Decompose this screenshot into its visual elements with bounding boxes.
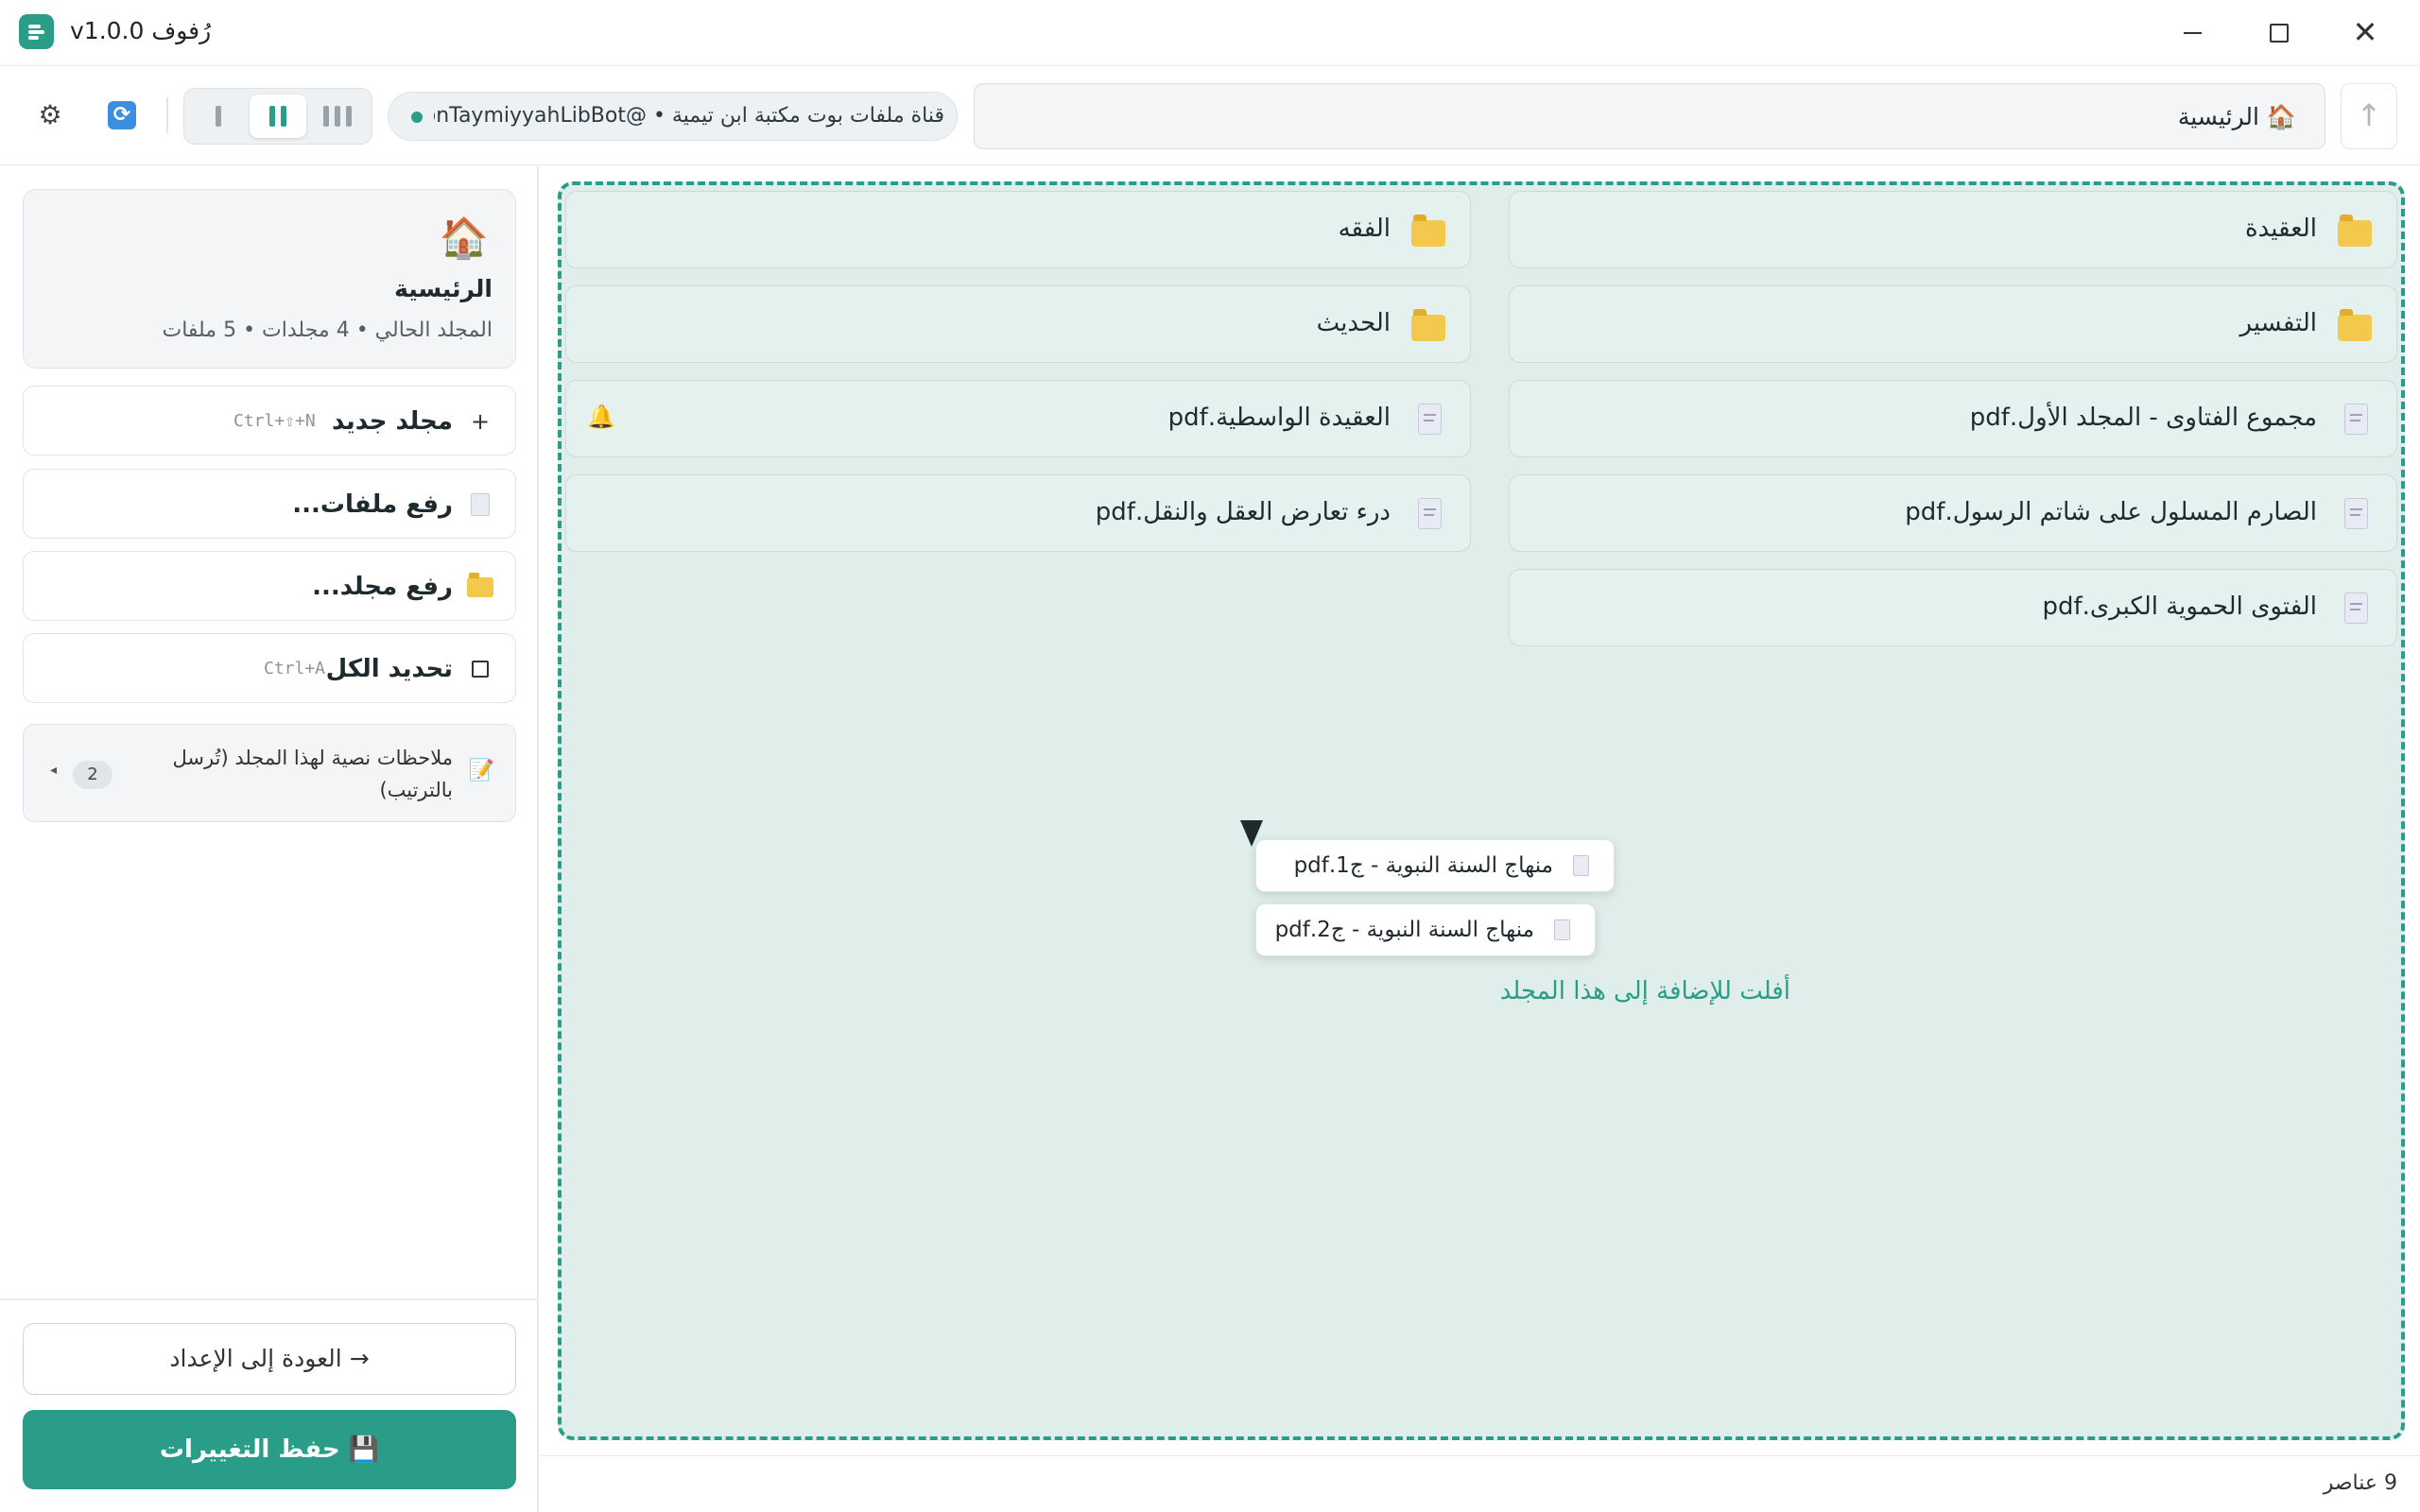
upload-files-button[interactable]: رفع ملفات... bbox=[23, 469, 516, 539]
item-name: درء تعارض العقل والنقل.pdf bbox=[1095, 498, 1391, 526]
new-folder-shortcut: Ctrl+⇧+N bbox=[233, 411, 316, 431]
pdf-file-icon bbox=[1418, 498, 1442, 529]
caret-left-icon: ◂ bbox=[50, 763, 58, 778]
document-icon bbox=[1554, 919, 1570, 940]
bell-icon[interactable]: 🔔 bbox=[587, 404, 615, 430]
bot-status-text: قناة ملفات بوت مكتبة ابن تيمية • @IbnTay… bbox=[434, 104, 944, 128]
column-view-switcher bbox=[183, 88, 372, 145]
file-browser: العقيدة الفقه التفسير الحديث مجموع الفتا… bbox=[541, 166, 2420, 1455]
folder-icon bbox=[1411, 309, 1445, 341]
back-to-setup-button[interactable]: → العودة إلى الإعداد bbox=[23, 1323, 516, 1395]
select-all-label: تحديد الكل bbox=[325, 655, 453, 683]
document-icon bbox=[466, 490, 494, 519]
folder-icon bbox=[466, 573, 494, 601]
item-name: الصارم المسلول على شاتم الرسول.pdf bbox=[1905, 498, 2317, 526]
up-arrow-icon[interactable]: ↑ bbox=[2341, 83, 2397, 149]
three-column-view-button[interactable] bbox=[309, 94, 366, 138]
pdf-file-icon bbox=[1418, 404, 1442, 435]
status-bar: 9 عناصر bbox=[541, 1455, 2420, 1512]
folder-notes-label: ملاحظات نصية لهذا المجلد (تُرسل بالترتيب… bbox=[172, 747, 453, 801]
title-bar: رُفوف v1.0.0 ✕ bbox=[0, 0, 2420, 66]
folder-tile[interactable]: الفقه bbox=[565, 191, 1471, 268]
new-folder-button[interactable]: + مجلد جديد Ctrl+⇧+N bbox=[23, 386, 516, 455]
item-name: العقيدة bbox=[2245, 215, 2317, 243]
item-name: التفسير bbox=[2239, 309, 2317, 337]
new-folder-label: مجلد جديد bbox=[331, 407, 453, 436]
current-folder-summary: المجلد الحالي • 4 مجلدات • 5 ملفات bbox=[162, 318, 493, 342]
current-folder-title: الرئيسية bbox=[394, 275, 493, 302]
item-count: 9 عناصر bbox=[2323, 1471, 2397, 1495]
upload-folder-button[interactable]: رفع مجلد... bbox=[23, 551, 516, 621]
online-status-dot bbox=[411, 112, 423, 123]
app-title: رُفوف v1.0.0 bbox=[70, 17, 212, 44]
current-folder-card: 🏠 الرئيسية المجلد الحالي • 4 مجلدات • 5 … bbox=[23, 189, 516, 369]
memo-icon: 📝 bbox=[468, 759, 494, 782]
item-name: الحديث bbox=[1316, 309, 1391, 337]
sync-icon[interactable]: ⟳ bbox=[108, 101, 136, 129]
folder-icon bbox=[1411, 215, 1445, 247]
drop-hint: أفلت للإضافة إلى هذا المجلد bbox=[1499, 977, 1790, 1005]
dragged-file-chip: منهاج السنة النبوية - ج2.pdf bbox=[1255, 903, 1596, 956]
breadcrumb[interactable]: 🏠 الرئيسية bbox=[2178, 103, 2296, 131]
item-name: الفتوى الحموية الكبرى.pdf bbox=[2042, 593, 2317, 621]
file-tile[interactable]: مجموع الفتاوى - المجلد الأول.pdf bbox=[1509, 380, 2397, 457]
dragged-file-name: منهاج السنة النبوية - ج1.pdf bbox=[1293, 853, 1553, 878]
drop-zone[interactable]: العقيدة الفقه التفسير الحديث مجموع الفتا… bbox=[558, 181, 2405, 1440]
single-column-view-button[interactable] bbox=[190, 94, 247, 138]
folder-tile[interactable]: التفسير bbox=[1509, 285, 2397, 363]
two-column-view-button[interactable] bbox=[250, 94, 306, 138]
item-name: مجموع الفتاوى - المجلد الأول.pdf bbox=[1969, 404, 2317, 432]
folder-notes-toggle[interactable]: 📝 ملاحظات نصية لهذا المجلد (تُرسل بالترت… bbox=[23, 724, 516, 822]
folder-tile[interactable]: الحديث bbox=[565, 285, 1471, 363]
file-tile[interactable]: درء تعارض العقل والنقل.pdf bbox=[565, 474, 1471, 552]
upload-files-label: رفع ملفات... bbox=[292, 490, 453, 519]
upload-folder-label: رفع مجلد... bbox=[312, 573, 453, 601]
select-all-shortcut: Ctrl+A bbox=[264, 659, 326, 679]
path-bar[interactable]: 🏠 الرئيسية bbox=[974, 83, 2325, 149]
pdf-file-icon bbox=[2344, 593, 2368, 624]
pdf-file-icon bbox=[2344, 498, 2368, 529]
notes-count-badge: 2 bbox=[73, 761, 112, 789]
sidebar-footer-divider bbox=[0, 1298, 537, 1300]
plus-icon: + bbox=[470, 408, 491, 435]
minimize-button[interactable] bbox=[2172, 13, 2214, 51]
sidebar: 🏠 الرئيسية المجلد الحالي • 4 مجلدات • 5 … bbox=[0, 166, 539, 1512]
toolbar: ⚙ ⟳ قناة ملفات بوت مكتبة ابن تيمية • @Ib… bbox=[0, 67, 2420, 165]
file-tile[interactable]: العقيدة الواسطية.pdf 🔔 bbox=[565, 380, 1471, 457]
dragged-file-chip: منهاج السنة النبوية - ج1.pdf bbox=[1255, 839, 1615, 892]
mouse-cursor-icon bbox=[1240, 820, 1263, 847]
file-tile[interactable]: الصارم المسلول على شاتم الرسول.pdf bbox=[1509, 474, 2397, 552]
document-icon bbox=[1573, 855, 1589, 876]
toolbar-divider bbox=[166, 97, 168, 133]
home-icon: 🏠 bbox=[439, 215, 489, 261]
folder-tile[interactable]: العقيدة bbox=[1509, 191, 2397, 268]
select-all-button[interactable]: تحديد الكل Ctrl+A bbox=[23, 633, 516, 703]
checkbox-icon bbox=[466, 655, 494, 683]
close-button[interactable]: ✕ bbox=[2344, 13, 2386, 51]
settings-icon[interactable]: ⚙ bbox=[34, 99, 66, 131]
bot-status-pill[interactable]: قناة ملفات بوت مكتبة ابن تيمية • @IbnTay… bbox=[388, 92, 958, 141]
file-tile[interactable]: الفتوى الحموية الكبرى.pdf bbox=[1509, 569, 2397, 646]
item-name: العقيدة الواسطية.pdf bbox=[1167, 404, 1391, 432]
maximize-button[interactable] bbox=[2257, 13, 2299, 51]
pdf-file-icon bbox=[2344, 404, 2368, 435]
folder-icon bbox=[2338, 215, 2372, 247]
app-logo-icon bbox=[19, 14, 54, 49]
dragged-file-name: منهاج السنة النبوية - ج2.pdf bbox=[1274, 918, 1534, 942]
save-changes-button[interactable]: 💾 حفظ التغييرات bbox=[23, 1410, 516, 1489]
item-name: الفقه bbox=[1338, 215, 1391, 243]
folder-icon bbox=[2338, 309, 2372, 341]
